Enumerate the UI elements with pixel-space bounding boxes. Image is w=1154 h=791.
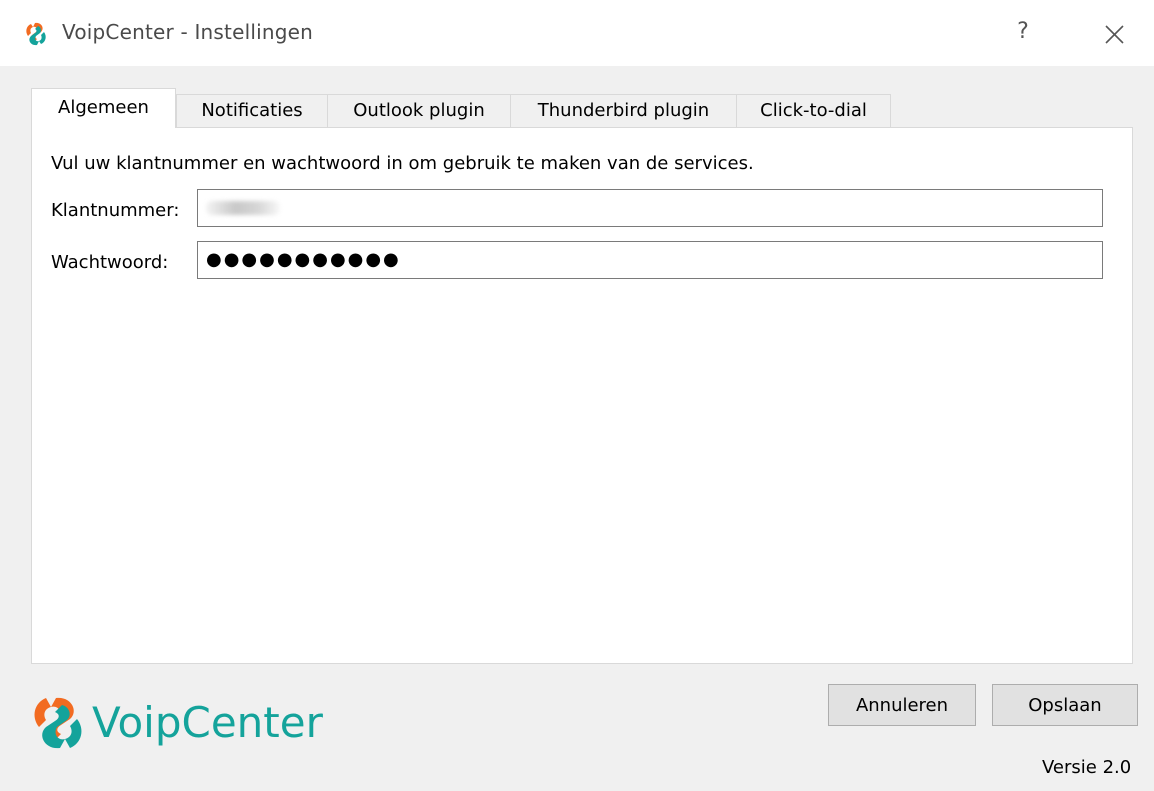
tab-thunderbird-plugin[interactable]: Thunderbird plugin [510,94,737,127]
customer-number-input[interactable] [197,189,1103,227]
voipcenter-brand-icon [34,697,82,749]
cancel-button[interactable]: Annuleren [828,684,976,726]
tab-panel-algemeen: Vul uw klantnummer en wachtwoord in om g… [31,127,1133,664]
tab-outlook-plugin[interactable]: Outlook plugin [327,94,511,127]
window-title: VoipCenter - Instellingen [62,20,314,44]
brand-name: VoipCenter [92,698,323,747]
save-button[interactable]: Opslaan [992,684,1138,726]
voipcenter-logo-icon [26,22,46,46]
password-label: Wachtwoord: [51,252,169,273]
help-button[interactable]: ? [1008,14,1038,50]
tab-click-to-dial[interactable]: Click-to-dial [736,94,891,127]
tab-algemeen[interactable]: Algemeen [31,88,176,128]
settings-window: VoipCenter - Instellingen ? Algemeen Not… [0,0,1154,791]
password-mask: ●●●●●●●●●●● [206,249,401,270]
brand-logo: VoipCenter [26,688,323,758]
close-button[interactable] [1096,18,1132,50]
close-icon [1105,25,1124,44]
intro-text: Vul uw klantnummer en wachtwoord in om g… [51,153,754,174]
title-bar: VoipCenter - Instellingen ? [0,0,1154,66]
password-input[interactable]: ●●●●●●●●●●● [197,241,1103,279]
tab-notificaties[interactable]: Notificaties [176,94,328,127]
redacted-value [206,201,280,215]
version-label: Versie 2.0 [1042,757,1132,778]
customer-number-label: Klantnummer: [51,200,180,221]
